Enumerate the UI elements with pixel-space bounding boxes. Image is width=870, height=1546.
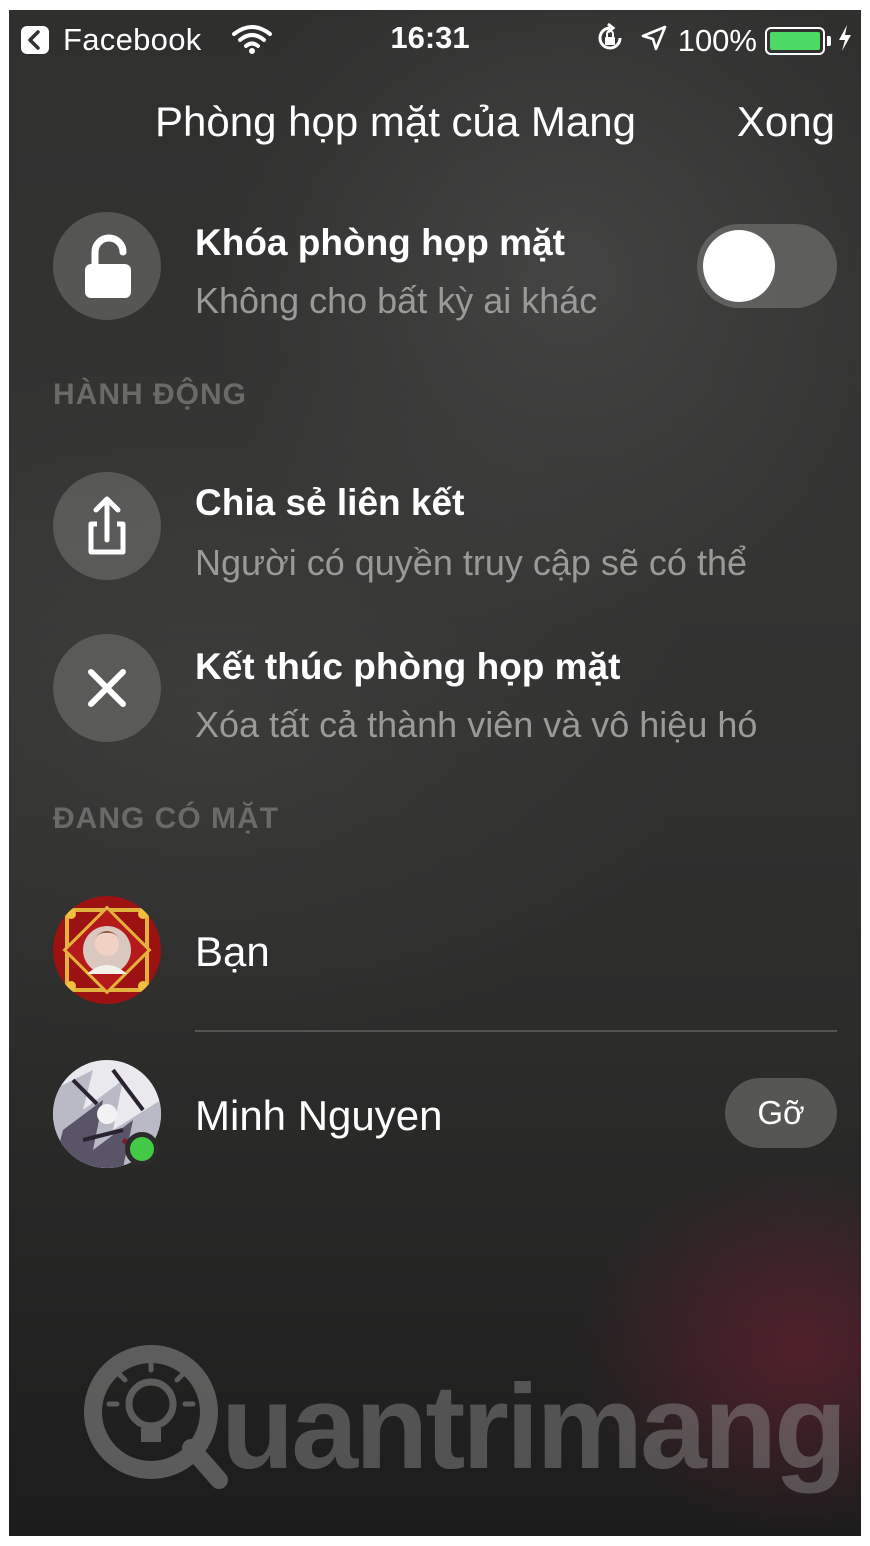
lightbulb-q-logo [84,1345,228,1489]
back-to-app-button[interactable]: Facebook [21,22,202,58]
back-chevron-icon [21,26,49,54]
battery-icon [765,26,825,55]
watermark-text: uantrimang [221,1360,847,1494]
wifi-icon [231,24,273,59]
share-link-title: Chia sẻ liên kết [195,482,465,523]
back-app-label: Facebook [63,22,202,57]
online-status-dot [125,1132,159,1166]
status-bar: Facebook 16:31 100% [9,10,861,66]
avatar [53,896,161,1004]
lock-room-subtitle: Không cho bất kỳ ai khác [195,280,598,321]
end-room-subtitle: Xóa tất cả thành viên và vô hiệu hó [195,704,758,745]
toggle-knob [703,230,775,302]
battery-percentage: 100% [677,22,757,58]
share-icon [53,472,161,580]
status-time: 16:31 [390,20,470,55]
actions-section-header: HÀNH ĐỘNG [53,378,247,411]
lock-open-icon [53,212,161,320]
done-button[interactable]: Xong [737,98,835,146]
charging-bolt-icon [837,24,853,57]
battery-level-fill [770,31,820,50]
page-title: Phòng họp mặt của Mang [155,98,636,145]
present-section-header: ĐANG CÓ MẶT [53,802,279,835]
lock-room-toggle[interactable] [697,224,837,308]
watermark: uantrimang [79,1340,847,1500]
lock-room-title: Khóa phòng họp mặt [195,222,565,263]
end-room-title: Kết thúc phòng họp mặt [195,646,621,687]
battery-tip [827,35,831,46]
member-name: Bạn [195,928,270,975]
location-arrow-icon [640,24,668,57]
member-name: Minh Nguyen [195,1092,443,1139]
rotation-lock-icon [594,22,626,59]
nav-bar: Phòng họp mặt của Mang Xong [9,98,861,158]
share-link-subtitle: Người có quyền truy cập sẽ có thể [195,542,747,583]
divider [195,1030,837,1032]
remove-member-button[interactable]: Gỡ [725,1078,837,1148]
phone-screen: Facebook 16:31 100% Phòng họp mặt của Ma… [9,10,861,1536]
close-icon [53,634,161,742]
